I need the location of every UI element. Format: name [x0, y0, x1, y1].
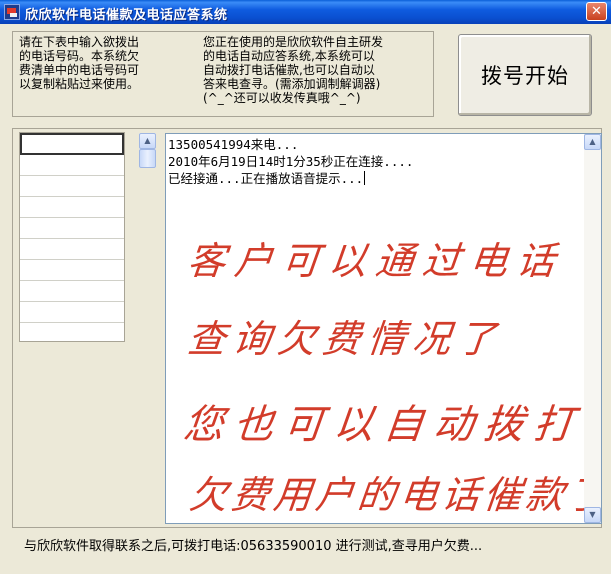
grid-cell[interactable] [20, 218, 124, 239]
log-line: 已经接通...正在播放语音提示... [168, 170, 578, 187]
scroll-thumb[interactable] [139, 149, 156, 168]
grid-cell[interactable] [20, 281, 124, 302]
log-line: 2010年6月19日14时1分35秒正在连接.... [168, 154, 414, 169]
grid-cell[interactable] [20, 155, 124, 176]
call-log-textbox[interactable]: 13500541994来电... 2010年6月19日14时1分35秒正在连接.… [165, 133, 602, 524]
log-line: 13500541994来电... [168, 137, 299, 152]
annotation-line: 客户可以通过电话 [185, 239, 566, 283]
app-icon [4, 4, 20, 20]
log-line-text: 已经接通...正在播放语音提示... [168, 171, 364, 186]
call-log-content: 13500541994来电... 2010年6月19日14时1分35秒正在连接.… [168, 136, 578, 187]
grid-cell[interactable] [20, 197, 124, 218]
scroll-down-icon[interactable]: ▼ [584, 507, 601, 523]
instruction-panel: 请在下表中输入欲拨出 的电话号码。本系统欠 费清单中的电话号码可 以复制粘贴过来… [12, 31, 434, 117]
start-dial-button[interactable]: 拨号开始 [458, 34, 592, 116]
text-caret [364, 171, 366, 185]
input-hint-text: 请在下表中输入欲拨出 的电话号码。本系统欠 费清单中的电话号码可 以复制粘贴过来… [19, 35, 140, 91]
status-bar-text: 与欣欣软件取得联系之后,可拨打电话:05633590010 进行测试,查寻用户欠… [24, 539, 483, 554]
scroll-up-icon[interactable]: ▲ [139, 133, 156, 149]
log-scrollbar[interactable]: ▲ ▼ [584, 134, 601, 523]
phone-number-grid[interactable] [19, 132, 125, 342]
system-info-text: 您正在使用的是欣欣软件自主研发 的电话自动应答系统,本系统可以 自动拨打电话催款… [203, 35, 384, 105]
grid-cell[interactable] [20, 176, 124, 197]
annotation-line: 查询欠费情况了 [185, 317, 505, 361]
handwritten-annotation: 客户可以通过电话 查询欠费情况了 您也可以自动拨打 欠费用户的电话催款了 [176, 224, 601, 519]
annotation-line: 欠费用户的电话催款了 [187, 473, 602, 517]
grid-cell[interactable] [20, 260, 124, 281]
grid-cell-selected[interactable] [20, 133, 124, 155]
grid-cell[interactable] [20, 302, 124, 323]
title-bar[interactable]: 欣欣软件电话催款及电话应答系统 ✕ [0, 0, 611, 24]
close-button[interactable]: ✕ [586, 2, 607, 21]
grid-cell[interactable] [20, 323, 124, 341]
grid-scrollbar[interactable]: ▲ [139, 133, 156, 168]
grid-cell[interactable] [20, 239, 124, 260]
annotation-line: 您也可以自动拨打 [181, 402, 586, 448]
scroll-up-icon[interactable]: ▲ [584, 134, 601, 150]
window-title: 欣欣软件电话催款及电话应答系统 [25, 8, 228, 23]
